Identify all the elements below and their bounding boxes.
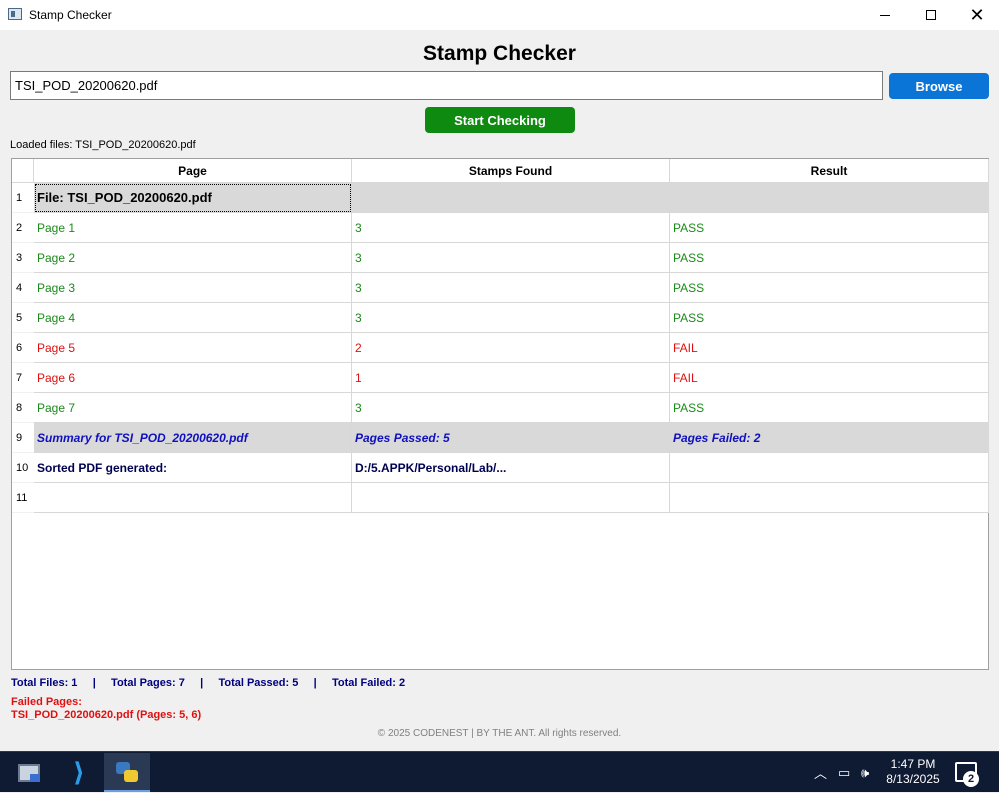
result-cell[interactable]: PASS [670, 243, 989, 273]
table-row[interactable]: Page 6 1 FAIL [34, 363, 989, 393]
column-header-stamps-found[interactable]: Stamps Found [352, 159, 670, 183]
page-cell[interactable]: Page 1 [34, 213, 352, 243]
browse-button[interactable]: Browse [889, 73, 989, 99]
stamps-found-cell[interactable]: 3 [352, 243, 670, 273]
vscode-icon: ⟩ [73, 757, 85, 788]
title-bar: Stamp Checker ✕ [0, 0, 999, 30]
row-number[interactable]: 7 [12, 363, 34, 393]
page-cell[interactable]: Page 3 [34, 273, 352, 303]
start-checking-button[interactable]: Start Checking [425, 107, 575, 133]
taskbar-clock[interactable]: 1:47 PM 8/13/2025 [880, 757, 946, 787]
table-header: Page Stamps Found Result [34, 159, 989, 183]
stamps-found-cell[interactable] [352, 183, 670, 213]
page-cell[interactable]: Page 4 [34, 303, 352, 333]
table-row[interactable]: Summary for TSI_POD_20200620.pdf Pages Pa… [34, 423, 989, 453]
row-number[interactable]: 8 [12, 393, 34, 423]
minimize-button[interactable] [862, 0, 908, 30]
stamps-found-cell[interactable]: 1 [352, 363, 670, 393]
stamps-found-cell[interactable]: D:/5.APPK/Personal/Lab/... [352, 453, 670, 483]
row-number[interactable]: 5 [12, 303, 34, 333]
stamps-found-cell[interactable]: 2 [352, 333, 670, 363]
page-cell[interactable] [34, 483, 352, 513]
result-cell[interactable]: Pages Failed: 2 [670, 423, 989, 453]
row-number[interactable]: 1 [12, 183, 34, 213]
result-cell[interactable] [670, 453, 989, 483]
clock-time: 1:47 PM [890, 757, 936, 771]
row-number[interactable]: 11 [12, 483, 34, 513]
results-table: Page Stamps Found Result 1 2 3 4 5 6 7 8 9 10 11 F… [11, 158, 989, 670]
taskbar-vscode[interactable]: ⟩ [56, 753, 102, 792]
table-row[interactable]: Page 5 2 FAIL [34, 333, 989, 363]
result-cell[interactable]: FAIL [670, 333, 989, 363]
row-number[interactable]: 6 [12, 333, 34, 363]
table-row[interactable]: File: TSI_POD_20200620.pdf [34, 183, 989, 213]
loaded-files-label: Loaded files: TSI_POD_20200620.pdf [10, 139, 196, 151]
close-button[interactable]: ✕ [954, 0, 999, 30]
result-cell[interactable]: FAIL [670, 363, 989, 393]
taskbar: ⟩ ︿ ▭ 🕪 1:47 PM 8/13/2025 2 [0, 751, 999, 792]
page-cell[interactable]: Summary for TSI_POD_20200620.pdf [34, 423, 352, 453]
totals-summary: Total Files: 1 | Total Pages: 7 | Total … [11, 677, 406, 689]
volume-icon[interactable]: 🕪 [861, 752, 869, 793]
result-cell[interactable]: PASS [670, 273, 989, 303]
file-path-input[interactable] [10, 71, 883, 100]
taskbar-python-app[interactable] [104, 753, 150, 792]
result-cell[interactable]: PASS [670, 303, 989, 333]
stamps-found-cell[interactable] [352, 483, 670, 513]
copyright-notice: © 2025 CODENEST | BY THE ANT. All rights… [377, 728, 622, 739]
app-heading: Stamp Checker [423, 42, 576, 65]
row-number[interactable]: 4 [12, 273, 34, 303]
stamps-found-cell[interactable]: Pages Passed: 5 [352, 423, 670, 453]
result-cell[interactable]: PASS [670, 393, 989, 423]
page-cell[interactable]: Page 6 [34, 363, 352, 393]
clock-date: 8/13/2025 [886, 772, 940, 786]
table-row[interactable]: Page 2 3 PASS [34, 243, 989, 273]
taskbar-server-manager[interactable] [6, 753, 52, 792]
tray-chevron-up-icon[interactable]: ︿ [814, 752, 827, 793]
failed-pages-label: Failed Pages: [11, 696, 82, 708]
window-title: Stamp Checker [29, 8, 112, 22]
page-cell[interactable]: Sorted PDF generated: [34, 453, 352, 483]
page-cell[interactable]: File: TSI_POD_20200620.pdf [34, 183, 352, 213]
row-number[interactable]: 9 [12, 423, 34, 453]
minimize-icon [880, 14, 890, 16]
python-icon [116, 761, 138, 782]
failed-pages-detail: TSI_POD_20200620.pdf (Pages: 5, 6) [11, 709, 202, 721]
stamps-found-cell[interactable]: 3 [352, 393, 670, 423]
column-header-result[interactable]: Result [670, 159, 989, 183]
page-cell[interactable]: Page 2 [34, 243, 352, 273]
table-corner[interactable] [12, 159, 34, 183]
row-number[interactable]: 10 [12, 453, 34, 483]
result-cell[interactable]: PASS [670, 213, 989, 243]
page-cell[interactable]: Page 7 [34, 393, 352, 423]
row-number[interactable]: 2 [12, 213, 34, 243]
close-icon: ✕ [969, 5, 985, 25]
page-cell[interactable]: Page 5 [34, 333, 352, 363]
table-row[interactable]: Sorted PDF generated: D:/5.APPK/Personal/… [34, 453, 989, 483]
result-cell[interactable] [670, 183, 989, 213]
stamps-found-cell[interactable]: 3 [352, 213, 670, 243]
result-cell[interactable] [670, 483, 989, 513]
stamps-found-cell[interactable]: 3 [352, 273, 670, 303]
stamps-found-cell[interactable]: 3 [352, 303, 670, 333]
network-icon[interactable]: ▭ [838, 752, 850, 793]
column-header-page[interactable]: Page [34, 159, 352, 183]
row-number-column: 1 2 3 4 5 6 7 8 9 10 11 [12, 183, 34, 513]
app-window-icon [8, 8, 22, 20]
table-body: File: TSI_POD_20200620.pdf Page 1 3 PASS Pag… [34, 183, 989, 513]
row-number[interactable]: 3 [12, 243, 34, 273]
table-row[interactable]: Page 4 3 PASS [34, 303, 989, 333]
table-row[interactable] [34, 483, 989, 513]
table-row[interactable]: Page 3 3 PASS [34, 273, 989, 303]
server-manager-icon [18, 763, 40, 782]
maximize-icon [926, 10, 936, 20]
table-row[interactable]: Page 7 3 PASS [34, 393, 989, 423]
notification-count-badge: 2 [963, 771, 979, 787]
table-row[interactable]: Page 1 3 PASS [34, 213, 989, 243]
maximize-button[interactable] [908, 0, 954, 30]
